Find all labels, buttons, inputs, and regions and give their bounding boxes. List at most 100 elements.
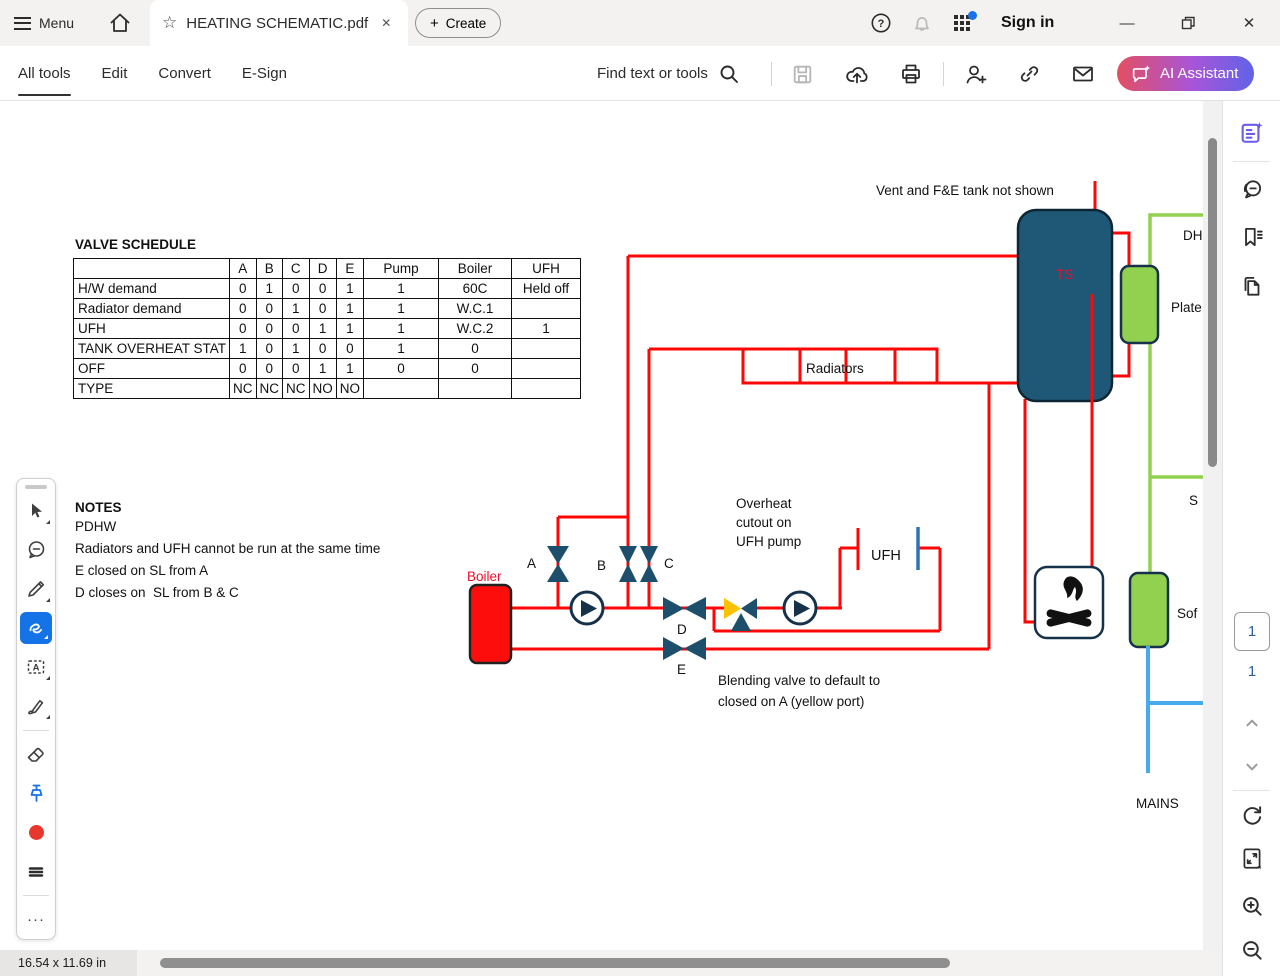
chevron-down-icon [1245,763,1258,771]
document-tab[interactable]: ☆ HEATING SCHEMATIC.pdf ✕ [150,0,408,46]
red-dot-icon [28,825,44,840]
pin-tool-button[interactable] [16,774,56,813]
valve-c-label: C [664,556,674,571]
menu-button[interactable]: Menu [14,0,74,46]
valve-cell: W.C.2 [438,318,513,339]
upload-cloud-button[interactable] [844,61,870,87]
pdf-viewer[interactable]: Vent and F&E tank not shown TS Radiators… [0,101,1222,950]
window-close-button[interactable]: ✕ [1229,0,1269,46]
cloud-upload-icon [846,67,868,84]
note-line: Radiators and UFH cannot be run at the s… [75,541,381,556]
svg-text:A: A [33,663,40,674]
notification-dot [968,11,977,20]
radiators-label: Radiators [806,361,864,376]
window-minimize-button[interactable]: — [1107,0,1147,46]
valve-schedule-table: A B C D E Pump Boiler UFH H/W demand 0 1 0 0 1 1 60C Hel… [72,258,582,399]
comment-tool-button[interactable] [16,531,56,570]
printer-icon [902,64,920,84]
add-text-tool-button[interactable]: A [16,648,56,687]
highlight-tool-button[interactable] [16,570,56,609]
valve-cell: 1 [335,298,365,319]
home-icon [110,13,130,32]
notes-lines: PDHW Radiators and UFH cannot be run at t… [75,516,380,604]
ai-assistant-button[interactable]: AI Assistant [1117,56,1255,91]
help-icon: ? [871,13,891,33]
valve-cell: 1 [255,278,284,299]
dhw-label-clipped: DH [1183,228,1203,243]
valve-e-label: E [677,662,686,677]
valve-cell: 60C [438,278,513,299]
ts-label: TS [1056,267,1073,282]
find-text-or-tools[interactable]: Find text or tools [597,46,741,101]
valve-cell: NC [229,378,257,399]
request-signatures-button[interactable] [962,61,988,87]
valve-col-header: UFH [511,258,582,279]
thermal-store-tank [1016,208,1114,403]
comments-icon [1243,180,1261,199]
pages-panel-button[interactable] [1236,270,1268,302]
toolbar-nav: All tools Edit Convert E-Sign [18,46,287,101]
refresh-icon [1243,806,1261,825]
ufh-label: UFH [871,548,901,564]
vertical-scrollbar[interactable] [1203,101,1222,950]
email-button[interactable] [1070,61,1096,87]
plate-heat-exchanger [1119,264,1160,345]
record-tool-button[interactable] [16,813,56,852]
valve-cell: 1 [282,338,310,359]
eraser-tool-button[interactable] [16,735,56,774]
nav-convert[interactable]: Convert [158,46,211,101]
nav-esign[interactable]: E-Sign [242,46,287,101]
valve-col-header: C [282,258,310,279]
more-tools-button[interactable]: ··· [16,900,56,939]
select-tool-button[interactable] [16,492,56,531]
valve-b-label: B [597,558,606,573]
status-bar: 16.54 x 11.69 in [0,950,1222,976]
valve-cell: W.C.1 [438,298,513,319]
line-weight-tool-button[interactable] [16,852,56,891]
valve-cell [511,298,582,319]
notifications-button[interactable] [908,0,936,46]
next-page-button[interactable] [1236,751,1268,783]
share-link-button[interactable] [1016,61,1042,87]
vertical-scrollbar-thumb[interactable] [1208,138,1217,467]
valve-cell [438,378,513,399]
sign-tool-button[interactable] [16,687,56,726]
window-restore-button[interactable] [1168,0,1208,46]
blending-valve-yellow-port [724,598,741,619]
valve-cell: 0 [255,338,284,359]
comments-panel-button[interactable] [1236,174,1268,206]
tab-close-icon[interactable]: ✕ [381,16,391,30]
panel-drag-handle[interactable] [25,485,47,489]
help-button[interactable]: ? [867,0,895,46]
valve-col-header: Boiler [438,258,513,279]
valve-cell: 0 [308,298,337,319]
ai-assistant-panel-button[interactable] [1236,117,1268,149]
softener-label-clipped: Sof [1177,606,1198,621]
previous-page-button[interactable] [1236,707,1268,739]
print-button[interactable] [898,61,924,87]
zoom-out-button[interactable] [1236,934,1268,966]
save-button[interactable] [789,61,815,87]
valve-cell: 1 [308,358,337,379]
app-switcher-button[interactable] [948,0,977,46]
ai-assistant-label: AI Assistant [1160,65,1239,82]
page-number-input[interactable]: 1 [1234,612,1270,651]
create-label: Create [445,15,487,31]
home-button[interactable] [106,0,134,46]
nav-all-tools[interactable]: All tools [18,46,71,101]
create-button[interactable]: + Create [415,8,502,38]
favorite-star-icon[interactable]: ☆ [162,13,177,33]
bookmarks-panel-button[interactable] [1236,221,1268,253]
valve-cell: 0 [308,338,337,359]
fit-page-button[interactable] [1236,842,1268,874]
zoom-in-button[interactable] [1236,890,1268,922]
blending-note-1: Blending valve to default to [718,673,880,688]
sign-in-button[interactable]: Sign in [1001,0,1054,46]
horizontal-scrollbar-thumb[interactable] [160,958,950,968]
valve-cell: 0 [438,358,513,379]
nav-edit[interactable]: Edit [102,46,128,101]
valve-cell: 1 [335,358,365,379]
rotate-page-button[interactable] [1236,799,1268,831]
panel-divider [1233,790,1270,791]
draw-tool-button-active[interactable] [16,609,56,648]
